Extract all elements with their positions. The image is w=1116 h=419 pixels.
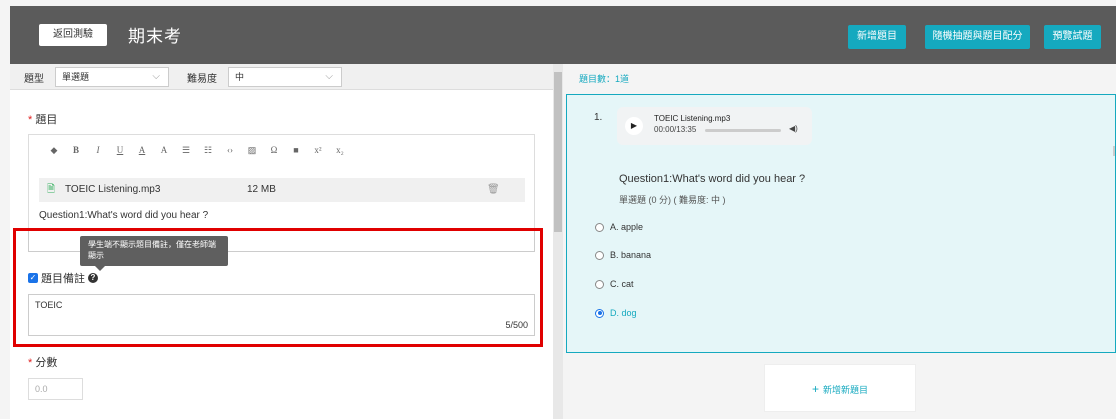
question-count: 題目數：1道 bbox=[579, 74, 630, 84]
volume-icon[interactable]: ◀) bbox=[789, 124, 798, 133]
bold-icon[interactable]: B bbox=[65, 145, 87, 155]
preview-button[interactable]: 預覽試題 bbox=[1044, 25, 1101, 49]
option-d[interactable]: D. dog bbox=[595, 308, 637, 318]
question-text: Question1:What's word did you hear ? bbox=[39, 210, 209, 221]
top-header: 返回測驗 期末考 新增題目 隨機抽題與題目配分 預覽試題 bbox=[10, 6, 1116, 64]
filter-bar: 題型 單選題 ⌵ 難易度 中 ⌵ bbox=[10, 64, 555, 90]
drag-handle-icon[interactable] bbox=[1113, 146, 1115, 156]
scrollbar[interactable] bbox=[553, 64, 563, 419]
radio[interactable] bbox=[595, 250, 604, 260]
difficulty-select-value: 中 bbox=[235, 72, 245, 82]
code-icon[interactable]: ‹› bbox=[219, 145, 241, 155]
font-color-icon[interactable]: A bbox=[131, 145, 153, 155]
file-icon: 🗎 bbox=[47, 184, 56, 195]
audio-name: TOEIC Listening.mp3 bbox=[654, 114, 731, 123]
radio-selected[interactable] bbox=[595, 308, 604, 318]
audio-time: 00:00/13:35 bbox=[654, 125, 697, 134]
question-number: 1. bbox=[594, 112, 603, 123]
add-new-question-button[interactable]: + 新增新題目 bbox=[764, 364, 916, 412]
preview-question-card[interactable]: 1. ▶ TOEIC Listening.mp3 00:00/13:35 ◀) … bbox=[566, 94, 1116, 353]
question-rich-editor[interactable]: ◆ B I U A A ☰ ☷ ‹› ▨ Ω ■ x² x₂ 🗎 TOEIC L… bbox=[28, 134, 535, 234]
audio-player: ▶ TOEIC Listening.mp3 00:00/13:35 ◀) bbox=[617, 107, 812, 145]
score-input[interactable]: 0.0 bbox=[28, 378, 83, 400]
type-select[interactable]: 單選題 ⌵ bbox=[55, 67, 169, 87]
preview-question-text: Question1:What's word did you hear ? bbox=[619, 173, 806, 185]
chevron-down-icon: ⌵ bbox=[325, 71, 333, 82]
exam-title: 期末考 bbox=[128, 27, 182, 46]
subscript-icon[interactable]: x₂ bbox=[329, 145, 351, 155]
file-name: TOEIC Listening.mp3 bbox=[65, 184, 161, 195]
file-size: 12 MB bbox=[247, 184, 276, 195]
question-meta: 單選題 (0 分) ( 難易度: 中 ) bbox=[619, 195, 726, 205]
question-label: * 題目 bbox=[28, 114, 58, 126]
back-to-exam-button[interactable]: 返回測驗 bbox=[39, 24, 107, 46]
difficulty-select[interactable]: 中 ⌵ bbox=[228, 67, 342, 87]
option-a[interactable]: A. apple bbox=[595, 222, 643, 232]
ordered-list-icon[interactable]: ☰ bbox=[175, 145, 197, 156]
eraser-icon[interactable]: ◆ bbox=[43, 145, 65, 156]
score-label: * 分數 bbox=[28, 357, 58, 369]
scrollbar-thumb[interactable] bbox=[554, 72, 562, 232]
type-select-value: 單選題 bbox=[62, 72, 90, 82]
superscript-icon[interactable]: x² bbox=[307, 145, 329, 155]
radio[interactable] bbox=[595, 279, 604, 289]
chevron-down-icon: ⌵ bbox=[152, 71, 160, 82]
random-draw-button[interactable]: 隨機抽題與題目配分 bbox=[925, 25, 1030, 49]
omega-icon[interactable]: Ω bbox=[263, 145, 285, 155]
italic-icon[interactable]: I bbox=[87, 145, 109, 155]
editor-toolbar: ◆ B I U A A ☰ ☷ ‹› ▨ Ω ■ x² x₂ bbox=[29, 135, 534, 165]
difficulty-label: 難易度 bbox=[187, 74, 217, 85]
underline-icon[interactable]: U bbox=[109, 145, 131, 155]
trash-icon[interactable]: 🗑 bbox=[487, 178, 500, 202]
play-icon[interactable]: ▶ bbox=[625, 117, 643, 135]
bullet-list-icon[interactable]: ☷ bbox=[197, 145, 219, 156]
font-size-icon[interactable]: A bbox=[153, 145, 175, 155]
type-label: 題型 bbox=[24, 74, 44, 85]
preview-pane: 題目數：1道 1. ▶ TOEIC Listening.mp3 00:00/13… bbox=[563, 64, 1116, 419]
audio-progress[interactable] bbox=[705, 129, 781, 132]
option-b[interactable]: B. banana bbox=[595, 250, 651, 260]
option-c[interactable]: C. cat bbox=[595, 279, 634, 289]
plus-icon: + bbox=[811, 382, 819, 396]
add-question-button[interactable]: 新增題目 bbox=[848, 25, 906, 49]
image-icon[interactable]: ▨ bbox=[241, 145, 263, 156]
radio[interactable] bbox=[595, 222, 604, 232]
attached-file: 🗎 TOEIC Listening.mp3 12 MB 🗑 bbox=[39, 178, 525, 202]
video-icon[interactable]: ■ bbox=[285, 145, 307, 155]
remark-tooltip: 學生端不顯示題目備註，僅在老師端顯示 bbox=[80, 236, 228, 271]
